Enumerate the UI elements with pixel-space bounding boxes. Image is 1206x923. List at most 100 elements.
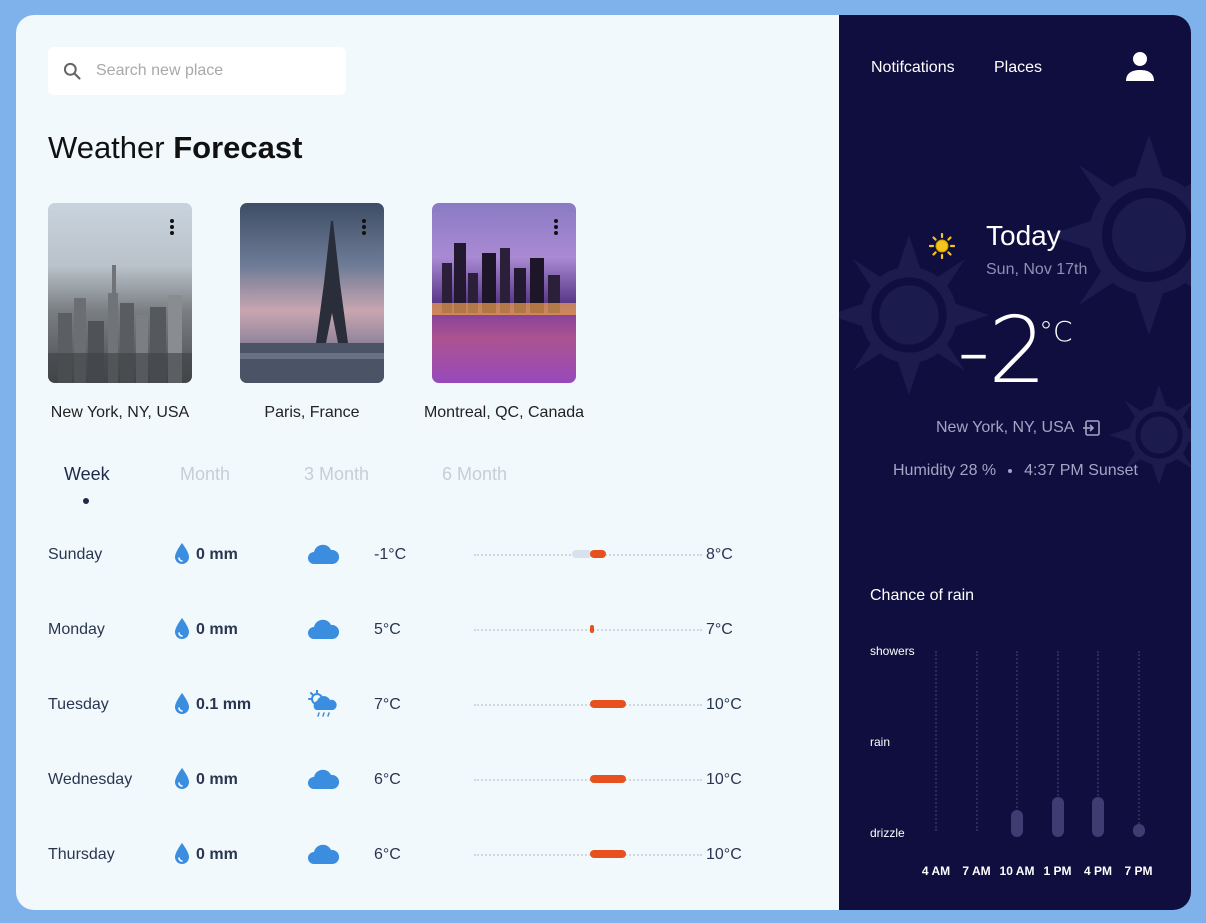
today-label: Today (986, 220, 1061, 251)
forecast-high: 7°C (706, 621, 733, 638)
location-name: New York, NY, USA (936, 419, 1075, 436)
rain-level-showers: showers (870, 644, 915, 658)
place-name: New York, NY, USA (50, 404, 190, 421)
forecast-precip: 0 mm (196, 621, 238, 638)
rain-column: 10 AM (1000, 651, 1034, 878)
forecast-row: Thursday 0 mm 6°C 10°C (48, 840, 768, 870)
more-options-icon[interactable] (362, 219, 366, 235)
current-temperature: -2 (957, 297, 1047, 404)
forecast-day: Wednesday (48, 771, 133, 788)
temperature-unit: °C (1039, 315, 1073, 348)
today-date: Sun, Nov 17th (986, 261, 1088, 278)
active-tab-indicator (83, 498, 89, 504)
water-drop-icon (175, 843, 189, 864)
temp-range-bar (590, 550, 606, 558)
water-drop-icon (175, 618, 189, 639)
more-options-icon[interactable] (554, 219, 558, 235)
more-options-icon[interactable] (170, 219, 174, 235)
page-title: Weather Forecast (48, 130, 302, 166)
temp-range-bar (590, 700, 626, 708)
rain-gridline (975, 651, 978, 831)
humidity: Humidity 28 % (893, 462, 997, 479)
forecast-day: Thursday (48, 846, 115, 863)
temp-range-track (474, 854, 702, 857)
temp-range-track (474, 779, 702, 782)
tab-3-month[interactable]: 3 Month (304, 464, 369, 485)
forecast-low: 7°C (374, 696, 401, 713)
main-panel: Weather Forecast New York, NY, U (16, 15, 839, 910)
separator-dot (1008, 468, 1013, 473)
rain-column: 7 PM (1124, 651, 1154, 878)
place-card-paris[interactable]: Paris, France (240, 203, 384, 421)
place-image (48, 203, 192, 383)
rain-chart-title: Chance of rain (870, 587, 975, 604)
background-sun-icon (1049, 135, 1191, 335)
cloud-icon (308, 619, 340, 639)
app-window: Weather Forecast New York, NY, U (16, 15, 1191, 910)
today-panel: Notifcations Places Today Sun, Nov 17th … (839, 15, 1191, 910)
sun-icon (929, 233, 955, 259)
cloud-icon (308, 844, 340, 864)
forecast-day: Tuesday (48, 696, 109, 713)
place-image (240, 203, 384, 383)
forecast-low: 6°C (374, 771, 401, 788)
rain-level-rain: rain (870, 735, 891, 749)
place-image (432, 203, 576, 383)
rain-column: 7 AM (962, 651, 992, 878)
forecast-high: 10°C (706, 771, 742, 788)
tab-month[interactable]: Month (180, 464, 230, 485)
temp-range-bar (590, 850, 626, 858)
tab-6-month[interactable]: 6 Month (442, 464, 507, 485)
place-card-new-york[interactable]: New York, NY, USA (48, 203, 192, 421)
rain-bar (1132, 824, 1145, 837)
forecast-precip: 0 mm (196, 546, 238, 563)
forecast-precip: 0.1 mm (196, 696, 252, 713)
rain-column: 1 PM (1043, 651, 1073, 878)
place-name: Montreal, QC, Canada (423, 404, 585, 421)
forecast-precip: 0 mm (196, 771, 238, 788)
rain-column: 4 AM (921, 651, 951, 878)
current-location[interactable]: New York, NY, USA (936, 419, 1101, 437)
rain-gridline (935, 651, 937, 831)
temp-range-bg (572, 550, 592, 558)
rain-gridline (1137, 651, 1140, 831)
rain-time-label: 7 PM (1124, 864, 1153, 878)
nav-places[interactable]: Places (994, 59, 1042, 77)
water-drop-icon (175, 768, 189, 789)
water-drop-icon (175, 543, 189, 564)
forecast-low: 6°C (374, 846, 401, 863)
forecast-day: Monday (48, 621, 105, 638)
rain-level-drizzle: drizzle (870, 826, 905, 840)
search-input[interactable] (96, 62, 316, 80)
user-icon[interactable] (1125, 51, 1155, 81)
rain-bar (1092, 797, 1104, 837)
forecast-day: Sunday (48, 546, 103, 563)
sun-rain-icon (308, 690, 337, 717)
forecast-low: 5°C (374, 621, 401, 638)
rain-column: 4 PM (1083, 651, 1113, 878)
temp-range-bar (590, 625, 594, 633)
search-icon (63, 62, 81, 80)
cloud-icon (308, 544, 340, 564)
temp-range-track (474, 704, 702, 707)
rain-gridline (1016, 651, 1018, 831)
tab-week[interactable]: Week (64, 464, 110, 485)
forecast-row: Tuesday 0.1 mm 7°C 10°C (48, 690, 768, 720)
nav-notifications[interactable]: Notifcations (871, 59, 955, 77)
place-card-montreal[interactable]: Montreal, QC, Canada (424, 203, 584, 421)
forecast-row: Monday 0 mm 5°C 7°C (48, 615, 768, 645)
page-title-bold: Forecast (173, 130, 303, 165)
search-bar[interactable] (48, 47, 346, 95)
forecast-high: 10°C (706, 696, 742, 713)
forecast-high: 10°C (706, 846, 742, 863)
forecast-row: Wednesday 0 mm 6°C 10°C (48, 765, 768, 795)
forecast-high: 8°C (706, 546, 733, 563)
forecast-low: -1°C (374, 546, 407, 563)
forecast-row: Sunday 0 mm -1°C 8°C (48, 540, 768, 570)
weather-meta: Humidity 28 % 4:37 PM Sunset (893, 462, 1138, 480)
switch-location-icon[interactable] (1082, 420, 1101, 436)
temp-range-bar (590, 775, 626, 783)
sunset-time: 4:37 PM Sunset (1024, 462, 1138, 479)
water-drop-icon (175, 693, 189, 714)
rain-bar (1011, 810, 1023, 837)
